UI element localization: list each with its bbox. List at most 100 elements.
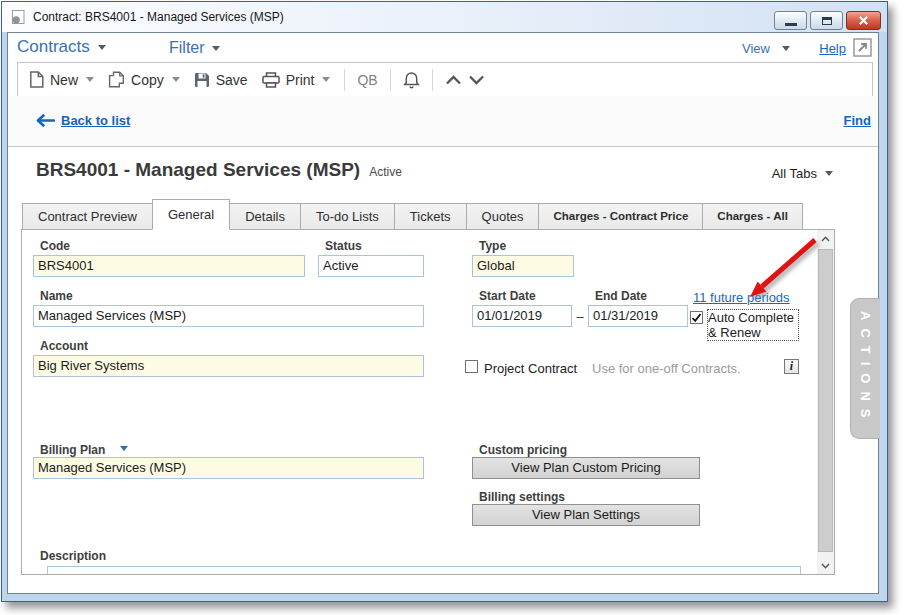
window-titlebar: Contract: BRS4001 - Managed Services (MS…	[2, 2, 887, 32]
save-button[interactable]: Save	[194, 72, 248, 88]
view-plan-settings-button[interactable]: View Plan Settings	[472, 504, 700, 526]
status-input[interactable]: Active	[318, 255, 424, 277]
window-body: Contracts Filter View Help New Copy Save…	[7, 32, 879, 594]
view-menu[interactable]: View	[742, 41, 790, 56]
start-date-label: Start Date	[479, 289, 536, 303]
copy-button[interactable]: Copy	[108, 71, 180, 88]
checkmark-icon	[691, 313, 702, 323]
type-label: Type	[479, 239, 506, 253]
minimize-button[interactable]	[774, 11, 807, 30]
chevron-down-icon	[322, 77, 330, 82]
toolbar-separator	[390, 69, 391, 91]
tab-charges-all[interactable]: Charges - All	[702, 203, 803, 230]
tab-tickets[interactable]: Tickets	[394, 203, 467, 230]
new-document-icon	[29, 71, 44, 88]
info-icon[interactable]: i	[784, 359, 799, 374]
back-to-list-link[interactable]: Back to list	[36, 113, 130, 128]
date-range-separator: –	[573, 309, 587, 324]
project-contract-checkbox[interactable]	[465, 360, 478, 373]
account-input[interactable]: Big River Systems	[33, 355, 424, 377]
contracts-menu[interactable]: Contracts	[17, 37, 106, 57]
quickbooks-button[interactable]: QB	[357, 72, 377, 88]
type-input[interactable]: Global	[472, 255, 574, 277]
account-label: Account	[40, 339, 88, 353]
view-plan-custom-pricing-button[interactable]: View Plan Custom Pricing	[472, 457, 700, 479]
tab-strip: Contract PreviewGeneralDetailsTo-do List…	[22, 199, 803, 230]
help-link[interactable]: Help	[819, 41, 846, 56]
actions-tab-label: ACTIONS	[858, 311, 873, 426]
project-contract-label: Project Contract	[484, 361, 577, 376]
billing-settings-label: Billing settings	[479, 490, 565, 504]
app-window: Contract: BRS4001 - Managed Services (MS…	[1, 1, 888, 602]
name-input[interactable]: Managed Services (MSP)	[33, 305, 424, 327]
quickbooks-label: QB	[357, 72, 377, 88]
print-label: Print	[286, 72, 315, 88]
tab-to-do-lists[interactable]: To-do Lists	[300, 203, 395, 230]
close-button[interactable]	[846, 11, 881, 30]
window-icon	[10, 9, 26, 25]
tab-details[interactable]: Details	[229, 203, 301, 230]
print-button[interactable]: Print	[262, 72, 331, 88]
actions-tab[interactable]: ACTIONS	[850, 298, 880, 439]
filter-menu-label: Filter	[169, 39, 205, 57]
copy-icon	[108, 71, 125, 88]
maximize-button[interactable]	[810, 11, 843, 30]
tab-general[interactable]: General	[152, 199, 230, 230]
auto-complete-checkbox[interactable]	[690, 311, 703, 324]
notifications-button[interactable]	[403, 71, 420, 89]
minimize-icon	[785, 23, 797, 26]
next-button[interactable]	[468, 75, 485, 85]
menu-bar: Contracts Filter View Help	[8, 33, 878, 63]
bell-icon	[403, 71, 420, 89]
contract-content: BRS4001 - Managed Services (MSP) Active …	[8, 147, 878, 593]
chevron-down-icon	[825, 171, 833, 176]
tab-contract-preview[interactable]: Contract Preview	[22, 203, 153, 230]
start-date-input[interactable]: 01/01/2019	[472, 305, 572, 327]
chevron-down-icon	[468, 75, 485, 85]
new-label: New	[50, 72, 78, 88]
new-button[interactable]: New	[29, 71, 94, 88]
window-title: Contract: BRS4001 - Managed Services (MS…	[33, 10, 284, 24]
toolbar-separator	[432, 69, 433, 91]
project-contract-hint: Use for one-off Contracts.	[592, 361, 741, 376]
chevron-down-icon	[98, 45, 106, 50]
status-label: Status	[325, 239, 362, 253]
status-badge: Active	[369, 165, 402, 179]
save-icon	[194, 72, 210, 88]
back-row: Back to list Find	[8, 96, 878, 147]
code-label: Code	[40, 239, 70, 253]
contracts-menu-label: Contracts	[17, 37, 90, 57]
popout-icon[interactable]	[853, 38, 872, 57]
scroll-down-button[interactable]	[817, 557, 834, 574]
chevron-down-icon	[212, 46, 220, 51]
chevron-down-icon	[782, 46, 790, 51]
description-textarea[interactable]	[47, 566, 801, 575]
back-arrow-icon	[36, 114, 55, 127]
chevron-down-icon	[821, 563, 830, 569]
all-tabs-dropdown[interactable]: All Tabs	[772, 166, 833, 181]
chevron-up-icon	[445, 75, 462, 85]
custom-pricing-label: Custom pricing	[479, 443, 567, 457]
back-to-list-label: Back to list	[61, 113, 130, 128]
billing-plan-caret-icon[interactable]	[120, 446, 128, 451]
filter-menu[interactable]: Filter	[169, 39, 220, 57]
billing-plan-input[interactable]: Managed Services (MSP)	[33, 457, 424, 479]
save-label: Save	[216, 72, 248, 88]
general-tab-panel: Code BRS4001 Status Active Type Global N…	[21, 229, 835, 575]
tab-charges-contract-price[interactable]: Charges - Contract Price	[538, 203, 703, 230]
name-label: Name	[40, 289, 73, 303]
close-icon	[858, 15, 869, 26]
chevron-down-icon	[172, 77, 180, 82]
previous-button[interactable]	[445, 75, 462, 85]
code-input[interactable]: BRS4001	[33, 255, 305, 277]
description-label: Description	[40, 549, 106, 563]
end-date-input[interactable]: 01/31/2019	[588, 305, 688, 327]
toolbar-separator	[344, 69, 345, 91]
maximize-icon	[822, 17, 832, 25]
toolbar: New Copy Save Print QB	[17, 62, 873, 97]
chevron-up-icon	[821, 236, 830, 242]
tab-quotes[interactable]: Quotes	[466, 203, 540, 230]
print-icon	[262, 72, 280, 88]
find-link[interactable]: Find	[844, 113, 871, 128]
annotation-arrow-icon	[738, 230, 822, 306]
